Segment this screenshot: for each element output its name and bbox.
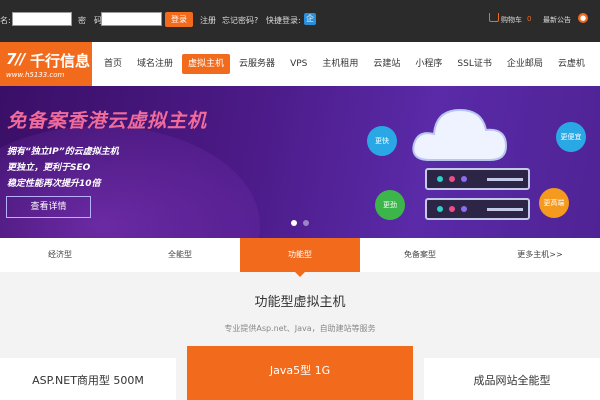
product-card-site-package[interactable]: 成品网站全能型 [424,358,600,400]
notice-icon[interactable]: ● [578,13,588,23]
section-title: 功能型虚拟主机 [254,295,346,310]
notice-label[interactable]: 最新公告 [543,15,571,25]
bubble-cheaper: 更便宜 [556,122,586,152]
forgot-password-link[interactable]: 忘记密码? [222,15,258,26]
quick-login-label: 快捷登录: [266,16,301,25]
banner-title: 免备案香港云虚拟主机 [7,110,208,132]
logo-name: 千行信息 [30,52,91,70]
banner-line-1: 拥有“独立IP”的云虚拟主机 [7,147,119,157]
bubble-premium: 更高端 [539,188,569,218]
qq-login-icon[interactable]: 企 [304,13,316,25]
password-input[interactable] [101,12,162,26]
nav-item-virtual-host[interactable]: 虚拟主机 [182,54,231,74]
view-details-button[interactable]: 查看详情 [6,196,91,218]
nav-item-cloud-server[interactable]: 云服务器 [233,54,281,74]
logo-mark: 7// [6,50,25,68]
section-subtitle: 专业提供Asp.net、Java，自助建站等服务 [224,324,376,333]
top-bar: 名: 密 码: 登录 注册 忘记密码? 快捷登录: 企 购物车 0 最新公告 ● [0,0,600,42]
cart-icon[interactable] [489,13,499,22]
logo[interactable]: 7// 千行信息 www.h5133.com [0,42,92,86]
nav-item-domain[interactable]: 域名注册 [131,54,179,74]
carousel-dot-1[interactable] [291,220,297,226]
bubble-stronger: 更劲 [375,190,405,220]
nav-item-site-builder[interactable]: 云建站 [367,54,406,74]
product-card-aspnet[interactable]: ASP.NET商用型 500M [0,358,176,400]
nav-item-vps[interactable]: VPS [284,54,313,74]
tab-all-round[interactable]: 全能型 [120,238,240,272]
login-button[interactable]: 登录 [165,12,193,27]
username-label: 名: [0,16,11,25]
register-link[interactable]: 注册 [200,15,216,26]
carousel-dot-2[interactable] [303,220,309,226]
logo-url: www.h5133.com [6,71,65,79]
server-unit-1 [425,168,530,190]
banner-line-3: 稳定性能再次提升10倍 [7,179,101,189]
main-nav: 首页 域名注册 虚拟主机 云服务器 VPS 主机租用 云建站 小程序 SSL证书… [98,54,594,74]
nav-item-home[interactable]: 首页 [98,54,128,74]
cart-count: 0 [527,15,532,23]
tab-economy[interactable]: 经济型 [0,238,120,272]
nav-item-mail[interactable]: 企业邮局 [501,54,549,74]
banner-line-2: 更独立，更利于SEO [7,163,91,173]
tab-more-hosts[interactable]: 更多主机>> [480,238,600,272]
tab-no-filing[interactable]: 免备案型 [360,238,480,272]
tab-functional[interactable]: 功能型 [240,238,360,277]
username-input[interactable] [12,12,72,26]
nav-item-mini-program[interactable]: 小程序 [409,54,448,74]
product-tabs: 经济型 全能型 功能型 免备案型 更多主机>> [0,238,600,277]
cloud-icon [412,108,508,161]
nav-item-ssl[interactable]: SSL证书 [451,54,497,74]
carousel-dots [291,220,309,226]
cart-label[interactable]: 购物车 [501,15,522,25]
promo-banner[interactable]: 免备案香港云虚拟主机 拥有“独立IP”的云虚拟主机 更独立，更利于SEO 稳定性… [0,86,600,238]
nav-item-cloud-vm[interactable]: 云虚机 [552,54,591,74]
server-unit-2 [425,198,530,220]
bubble-faster: 更快 [367,126,397,156]
header: 7// 千行信息 www.h5133.com 首页 域名注册 虚拟主机 云服务器… [0,42,600,86]
product-card-java[interactable]: Java5型 1G [187,346,413,400]
nav-item-host-rental[interactable]: 主机租用 [316,54,364,74]
